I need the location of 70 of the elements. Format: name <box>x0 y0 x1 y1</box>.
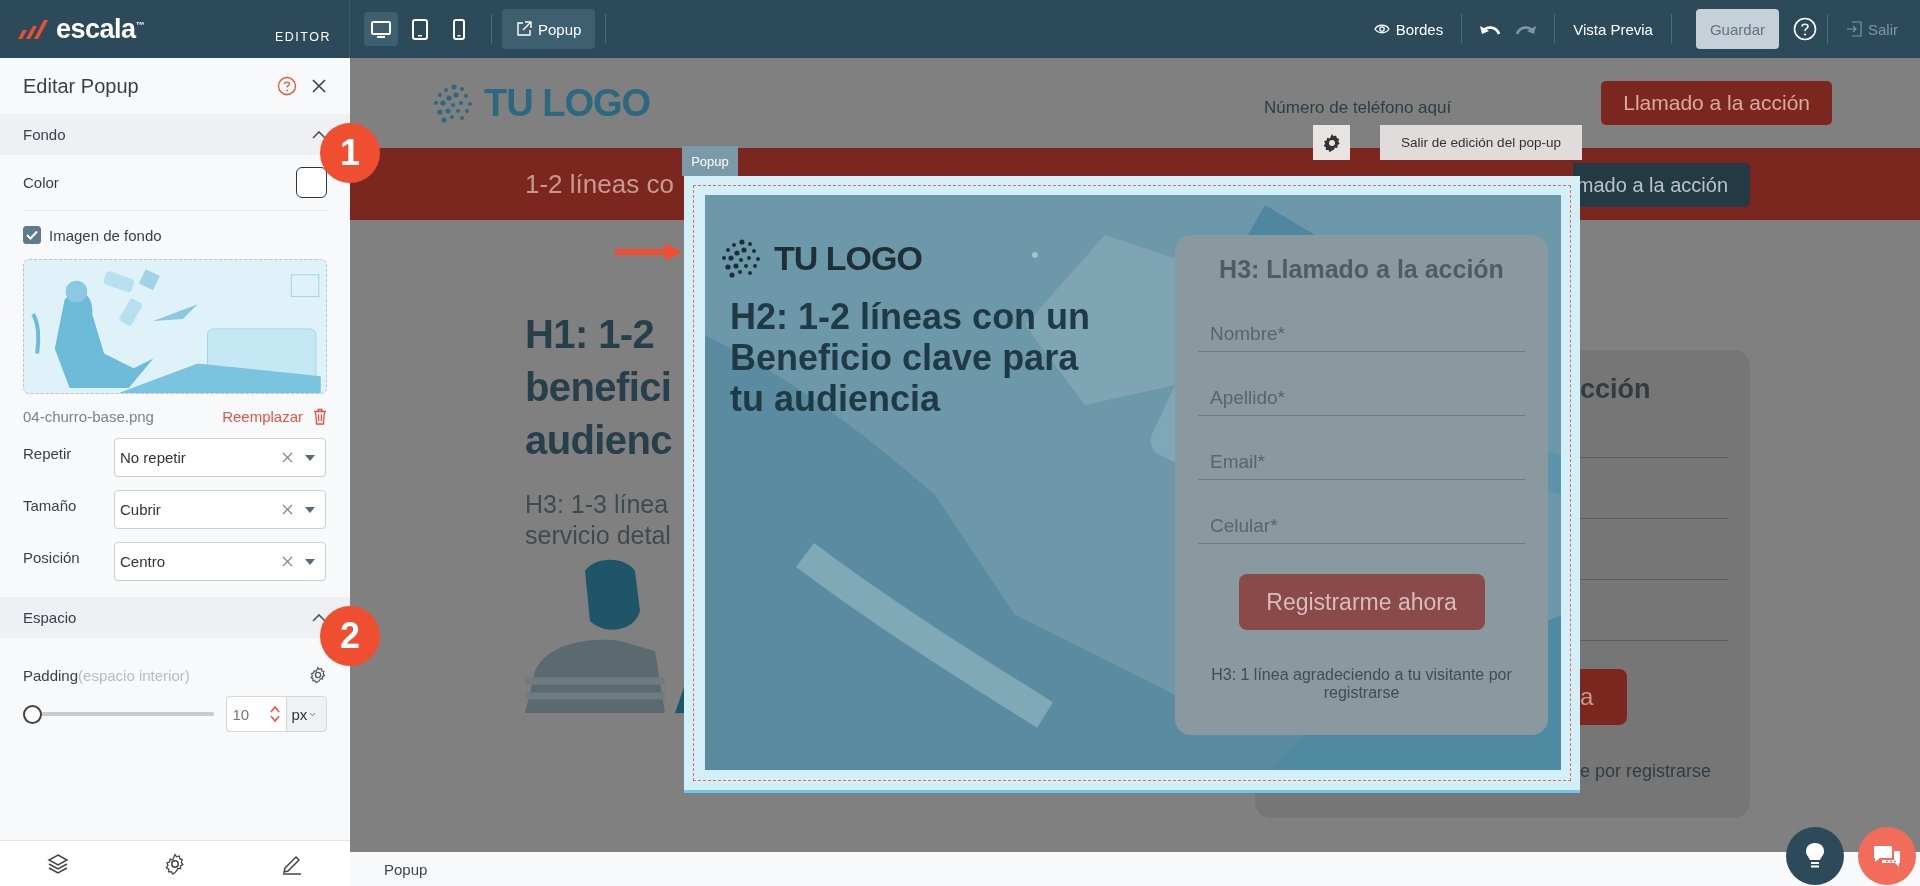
layers-icon[interactable] <box>47 852 70 875</box>
caret-icon <box>305 558 315 565</box>
section-title: Fondo <box>23 126 66 143</box>
brand-name: escala$^{™}$ <box>56 13 145 45</box>
clear-icon[interactable] <box>282 504 293 515</box>
banner-text: 1-2 líneas co <box>525 168 674 200</box>
section-title: Espacio <box>23 609 77 626</box>
color-swatch[interactable] <box>296 167 327 198</box>
exit-popup-edit-button[interactable]: Salir de edición del pop-up <box>1380 125 1582 160</box>
dropdown[interactable]: No repetir <box>114 438 326 477</box>
form-note: e por registrarse <box>1580 761 1713 782</box>
settings-button[interactable] <box>1313 125 1350 160</box>
replace-link[interactable]: Reemplazar <box>222 407 303 425</box>
color-label: Color <box>23 174 59 191</box>
close-icon[interactable] <box>311 78 327 94</box>
settings-icon <box>1321 132 1342 153</box>
eye-icon <box>1373 23 1390 35</box>
trash-icon[interactable] <box>313 407 327 425</box>
chevron-up-icon <box>311 128 327 141</box>
settings-icon[interactable] <box>164 852 186 875</box>
form-heading: cción <box>1580 374 1652 405</box>
call-to-action-button[interactable]: Llamado a la acción <box>1601 81 1832 125</box>
breadcrumb[interactable]: Popup <box>384 860 428 878</box>
desktop-view-button[interactable] <box>364 12 398 46</box>
field-label: Tamaño <box>23 497 78 514</box>
field-label: Posición <box>23 549 81 566</box>
tablet-icon[interactable] <box>409 18 431 40</box>
caret-icon <box>305 454 315 461</box>
settings-icon[interactable] <box>309 666 327 684</box>
external-link-icon <box>516 21 532 37</box>
padding-label: Padding(espacio interior) <box>23 666 191 684</box>
form-heading: H3: Llamado a la acción <box>1218 255 1505 284</box>
lightbulb-icon <box>1805 842 1825 870</box>
caret-icon <box>309 711 317 717</box>
submit-button[interactable]: a <box>1580 669 1627 725</box>
form-note: H3: 1 línea agradeciendo a tu visitante por registrarse <box>1210 666 1513 702</box>
hero-subheading: H3: 1-3 línea servicio detal <box>525 489 671 551</box>
unit-dropdown[interactable]: px <box>285 696 327 732</box>
caret-icon <box>305 506 315 513</box>
logo-dots-icon <box>720 238 762 278</box>
exit-icon <box>1846 21 1862 37</box>
field-label: Repetir <box>23 445 73 462</box>
dropdown[interactable]: Cubrir <box>114 490 326 529</box>
arrow-icon <box>615 241 683 263</box>
slider-thumb[interactable] <box>23 704 42 724</box>
checkmark-icon <box>26 230 38 240</box>
logo-text: TU LOGO <box>774 238 922 278</box>
phone-text: Número de teléfono aquí <box>1264 98 1452 118</box>
borders-toggle[interactable]: Bordes <box>1365 20 1452 38</box>
register-button[interactable]: Registrarme ahora <box>1238 574 1485 630</box>
chat-icon <box>1872 844 1902 868</box>
logo-text: TU LOGO <box>484 81 651 125</box>
checkbox-label: Imagen de fondo <box>49 226 162 244</box>
popup-tag: Popup <box>682 146 738 176</box>
brand-logo-icon <box>16 18 50 40</box>
editor-label: EDITOR <box>275 30 331 44</box>
preview-button[interactable]: Vista Previa <box>1565 20 1661 38</box>
panel-title: Editar Popup <box>23 74 140 98</box>
chevron-up-icon <box>311 611 327 624</box>
file-name: 04-churro-base.png <box>23 407 155 425</box>
logo-dots-icon <box>432 83 474 123</box>
number-field[interactable]: 10 <box>225 696 286 732</box>
popup-button[interactable]: Popup <box>502 9 596 49</box>
checkbox[interactable] <box>23 226 41 244</box>
dropdown[interactable]: Centro <box>114 542 326 581</box>
clear-icon[interactable] <box>282 452 293 463</box>
hero-heading: H1: 1-2 benefici audienc <box>525 311 672 464</box>
desktop-icon[interactable] <box>370 18 392 40</box>
popup-heading: H2: 1-2 líneas con un Beneficio clave para tu audiencia <box>730 296 1092 419</box>
clear-icon[interactable] <box>282 556 293 567</box>
